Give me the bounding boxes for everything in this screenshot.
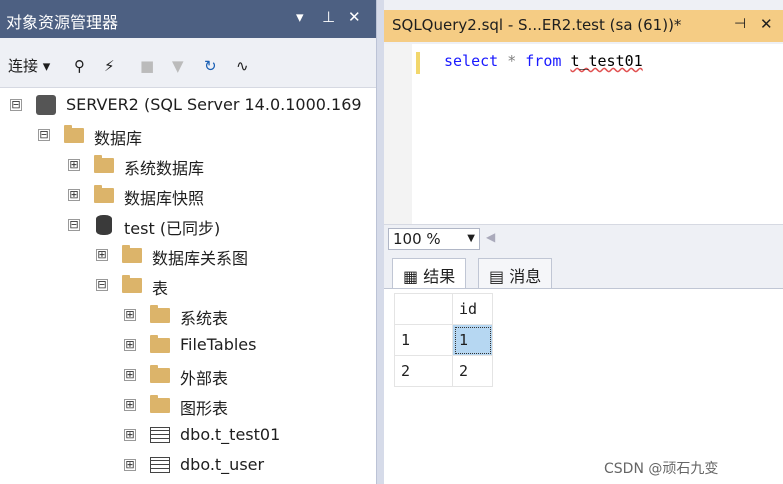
results-grid-panel: id 1 1 2 2 [384,288,783,484]
tab-label: SQLQuery2.sql - S...ER2.test (sa (61))* [392,16,682,34]
collapse-icon[interactable]: ⊟ [10,99,22,111]
object-explorer-titlebar: 对象资源管理器 ▾ ⊥ ✕ [0,0,376,38]
results-grid: id 1 1 2 2 [394,293,493,387]
connect-icon[interactable]: ⚲ [74,55,85,77]
folder-icon [150,335,170,353]
database-icon [96,215,112,235]
pin-icon[interactable]: ⊣ [734,16,746,32]
tree-node-label: test (已同步) [124,219,221,238]
change-marker [416,52,420,74]
collapse-icon[interactable]: ⊟ [96,279,108,291]
tab-label: 结果 [423,267,456,286]
server-icon [36,95,56,115]
zoom-value: 100 % [393,230,441,248]
tree-node-label: 数据库关系图 [152,249,249,268]
panel-splitter[interactable] [376,0,384,484]
folder-icon [122,245,142,263]
zoom-select[interactable]: 100 % ▼ [388,228,480,250]
tab-results[interactable]: ▦ 结果 [392,258,467,288]
folder-icon [64,125,84,143]
keyword-from: from [525,52,562,70]
table-row: 1 1 [394,324,493,356]
folder-icon [122,275,142,293]
close-icon[interactable]: ✕ [760,15,773,33]
tree-node-label: 数据库 [94,129,143,148]
expand-icon[interactable]: ⊞ [96,249,108,261]
table-icon [150,427,170,443]
operator-star: * [507,52,517,70]
watermark: CSDN @顽石九变 [604,461,719,477]
grid-cell[interactable]: 1 [452,324,493,356]
expand-icon[interactable]: ⊞ [68,189,80,201]
pin-icon[interactable]: ⊥ [322,8,335,26]
tree-node-label: 图形表 [180,399,229,418]
refresh-icon[interactable]: ↻ [204,55,217,77]
column-header-id[interactable]: id [452,293,493,325]
tree-node-label: dbo.t_user [180,455,265,474]
row-number[interactable]: 2 [394,355,453,387]
expand-icon[interactable]: ⊞ [68,159,80,171]
row-number-header[interactable] [394,293,453,325]
tab-sqlquery2[interactable]: SQLQuery2.sql - S...ER2.test (sa (61))* … [384,10,783,42]
folder-icon [94,185,114,203]
dropdown-icon[interactable]: ▾ [296,8,304,26]
table-row: 2 2 [394,355,493,387]
code-line[interactable]: select * from t_test01 [444,52,643,70]
folder-icon [150,365,170,383]
tab-label: 消息 [509,267,542,286]
object-explorer-tree: ⊟ SERVER2 (SQL Server 14.0.1000.169 ⊟ 数据… [0,88,376,484]
grid-header-row: id [394,293,493,325]
tree-node-label: 系统数据库 [124,159,205,178]
tree-node-label: dbo.t_test01 [180,425,281,444]
object-explorer-toolbar: 连接 ▾ ⚲ ⚡ ■ ▼ ↻ ∿ [0,38,376,88]
editor-gutter [384,44,412,224]
sql-editor[interactable]: select * from t_test01 [384,44,783,224]
tree-node-label: FileTables [180,335,257,354]
document-tab-bar: SQLQuery2.sql - S...ER2.test (sa (61))* … [384,0,783,44]
filter-icon[interactable]: ▼ [172,55,184,77]
disconnect-icon[interactable]: ⚡ [104,55,115,77]
activity-monitor-icon[interactable]: ∿ [236,55,249,77]
grid-cell[interactable]: 2 [452,355,493,387]
folder-icon [150,395,170,413]
table-icon [150,457,170,473]
folder-icon [94,155,114,173]
tree-node-label: 数据库快照 [124,189,205,208]
expand-icon[interactable]: ⊞ [124,429,136,441]
panel-title: 对象资源管理器 [6,13,119,32]
tree-node-label: 系统表 [180,309,229,328]
expand-icon[interactable]: ⊞ [124,459,136,471]
collapse-icon[interactable]: ⊟ [68,219,80,231]
folder-icon [150,305,170,323]
collapse-icon[interactable]: ⊟ [38,129,50,141]
table-identifier: t_test01 [570,52,643,70]
editor-status-bar: 100 % ▼ ◀ [384,224,783,252]
messages-icon: ▤ [489,267,505,286]
tree-node-label: 外部表 [180,369,229,388]
row-number[interactable]: 1 [394,324,453,356]
expand-icon[interactable]: ⊞ [124,339,136,351]
stop-icon[interactable]: ■ [140,55,154,77]
close-icon[interactable]: ✕ [348,8,361,26]
results-tab-bar: ▦ 结果 ▤ 消息 [384,252,783,288]
scroll-left-icon[interactable]: ◀ [486,230,495,244]
tree-node-label: SERVER2 (SQL Server 14.0.1000.169 [66,95,362,114]
tree-node-label: 表 [152,279,169,298]
chevron-down-icon: ▼ [467,233,475,244]
object-explorer-panel: 对象资源管理器 ▾ ⊥ ✕ 连接 ▾ ⚲ ⚡ ■ ▼ ↻ ∿ ⊟ SERVER2… [0,0,376,484]
connect-button[interactable]: 连接 ▾ [8,55,50,77]
tab-messages[interactable]: ▤ 消息 [478,258,553,288]
expand-icon[interactable]: ⊞ [124,369,136,381]
expand-icon[interactable]: ⊞ [124,309,136,321]
grid-icon: ▦ [403,267,419,286]
keyword-select: select [444,52,499,70]
expand-icon[interactable]: ⊞ [124,399,136,411]
